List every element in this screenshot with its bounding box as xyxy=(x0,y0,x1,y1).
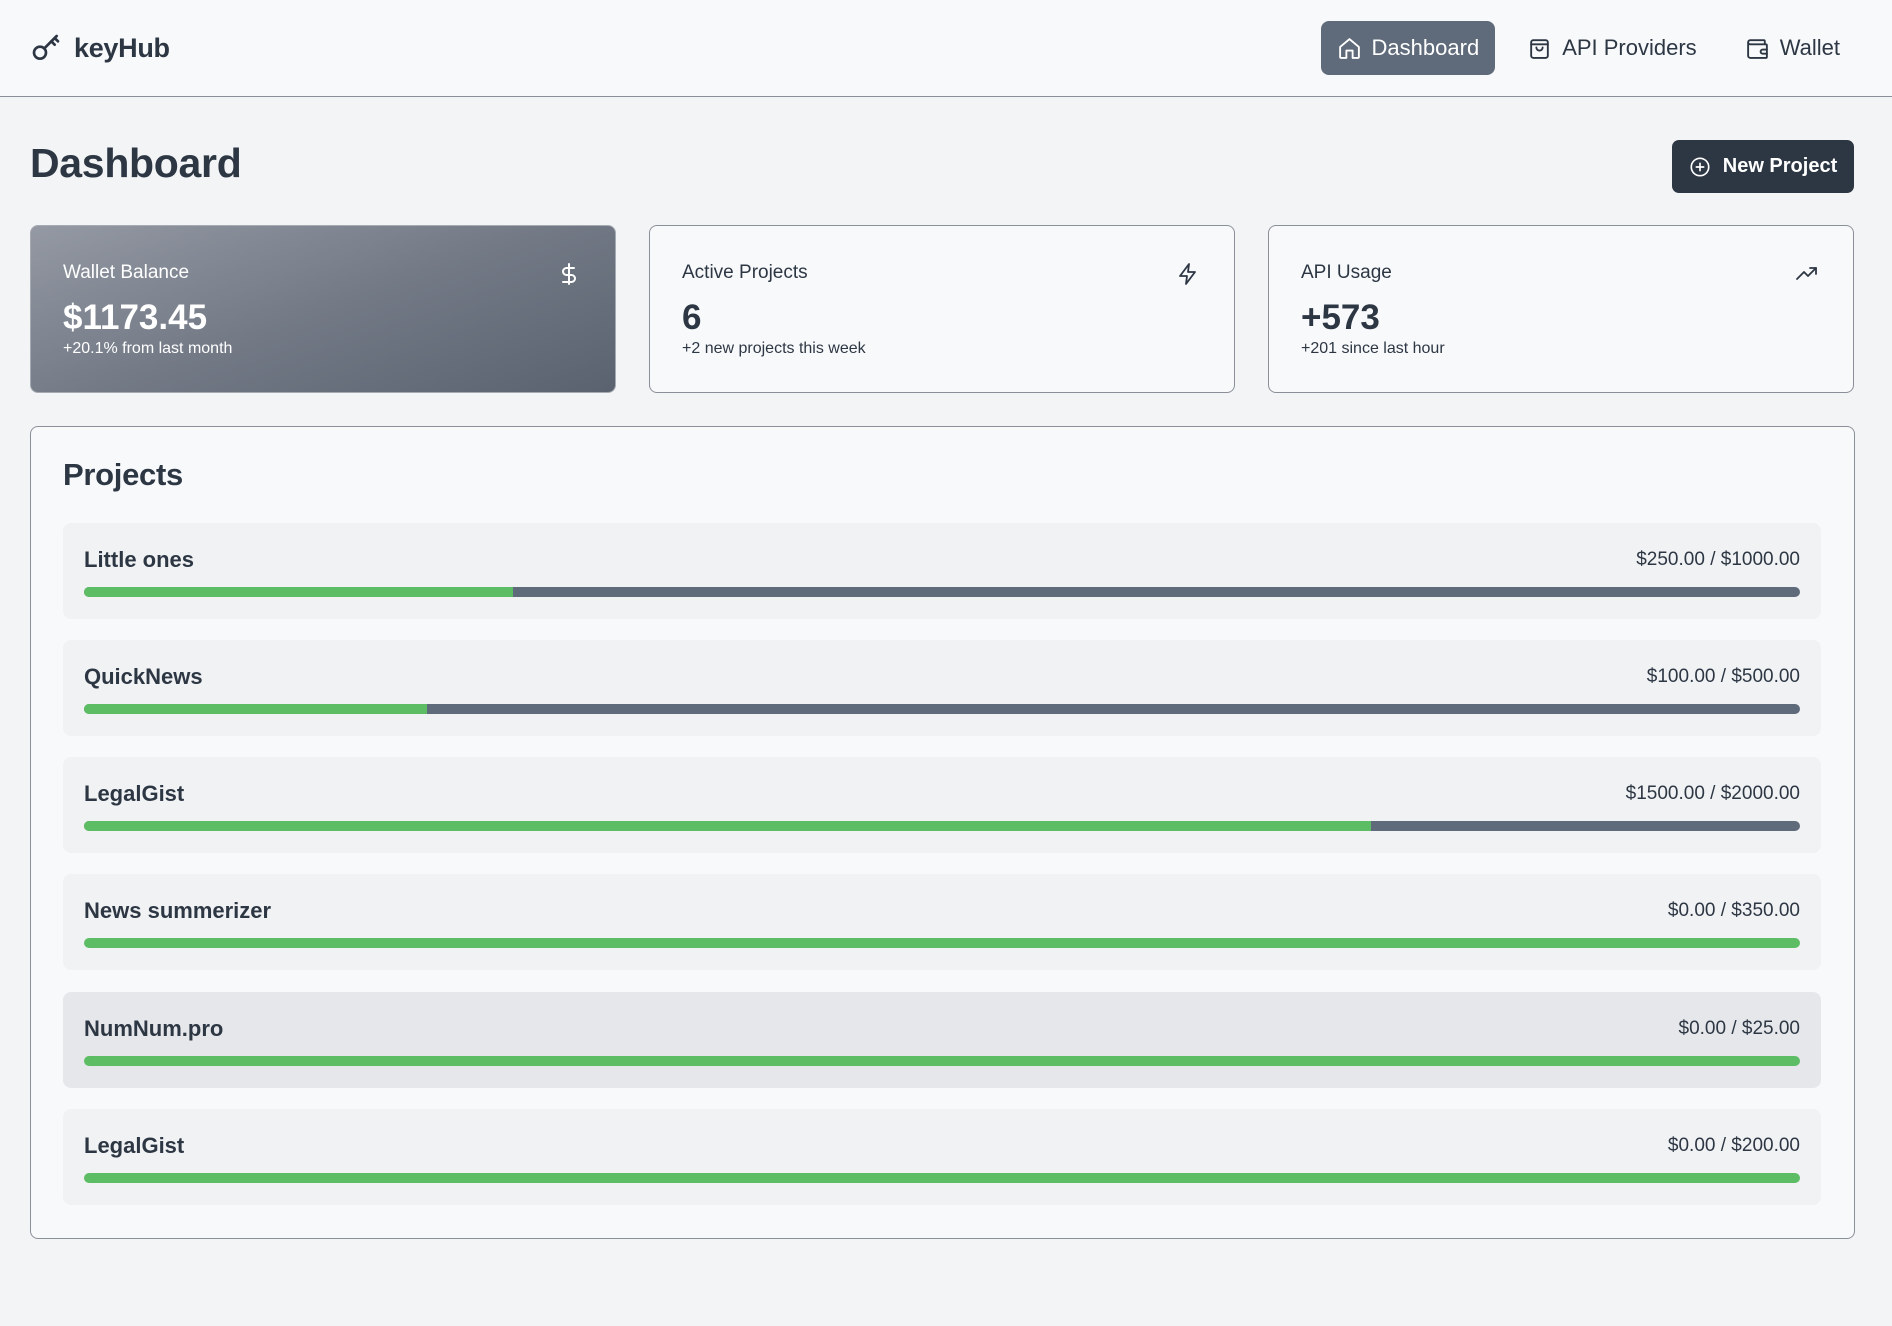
project-budget: $250.00 / $1000.00 xyxy=(1636,549,1800,570)
wallet-balance-card[interactable]: Wallet Balance $1173.45 +20.1% from last… xyxy=(30,225,616,393)
card-value: +573 xyxy=(1301,298,1380,337)
project-row[interactable]: LegalGist $1500.00 / $2000.00 xyxy=(63,757,1821,853)
trending-up-icon xyxy=(1796,267,1817,280)
budget-progress-fill xyxy=(84,1173,1800,1183)
key-icon xyxy=(32,34,60,60)
projects-title: Projects xyxy=(63,457,183,492)
project-budget: $0.00 / $200.00 xyxy=(1667,1135,1800,1156)
budget-progress-bar xyxy=(84,587,1800,597)
page-title: Dashboard xyxy=(30,140,242,186)
budget-progress-fill xyxy=(84,821,1371,831)
project-budget: $0.00 / $25.00 xyxy=(1678,1018,1801,1039)
card-subtext: +2 new projects this week xyxy=(682,340,866,357)
project-row[interactable]: Little ones $250.00 / $1000.00 xyxy=(63,523,1821,619)
project-budget: $1500.00 / $2000.00 xyxy=(1625,783,1800,804)
project-budget: $0.00 / $350.00 xyxy=(1667,900,1800,921)
dollar-icon xyxy=(562,263,576,285)
project-row[interactable]: QuickNews $100.00 / $500.00 xyxy=(63,640,1821,736)
project-row[interactable]: LegalGist $0.00 / $200.00 xyxy=(63,1109,1821,1205)
project-name: LegalGist xyxy=(84,781,185,806)
nav-item-label: Wallet xyxy=(1779,35,1840,60)
card-subtext: +20.1% from last month xyxy=(63,340,233,357)
brand[interactable]: keyHub xyxy=(30,30,170,66)
api-usage-card[interactable]: API Usage +573 +201 since last hour xyxy=(1268,225,1854,393)
budget-progress-fill xyxy=(84,587,513,597)
wallet-icon xyxy=(1746,38,1768,59)
budget-progress-bar xyxy=(84,1056,1800,1066)
project-row[interactable]: News summerizer $0.00 / $350.00 xyxy=(63,874,1821,970)
project-name: LegalGist xyxy=(84,1133,185,1158)
budget-progress-bar xyxy=(84,821,1800,831)
card-value: 6 xyxy=(682,298,702,337)
nav-item-label: Dashboard xyxy=(1371,35,1480,60)
card-label: Active Projects xyxy=(682,262,808,283)
budget-progress-fill xyxy=(84,1056,1800,1066)
active-projects-card[interactable]: Active Projects 6 +2 new projects this w… xyxy=(649,225,1235,393)
project-budget: $100.00 / $500.00 xyxy=(1646,666,1800,687)
main-nav: Dashboard API Providers Wallet xyxy=(1320,21,1856,75)
card-value: $1173.45 xyxy=(63,298,208,337)
projects-panel: Projects Little ones $250.00 / $1000.00 … xyxy=(30,426,1855,1239)
project-row[interactable]: NumNum.pro $0.00 / $25.00 xyxy=(63,992,1821,1088)
budget-progress-bar xyxy=(84,704,1800,714)
nav-item-wallet[interactable]: Wallet xyxy=(1729,21,1856,75)
project-name: QuickNews xyxy=(84,664,203,689)
nav-item-dashboard[interactable]: Dashboard xyxy=(1320,21,1496,75)
app-name: keyHub xyxy=(74,32,170,63)
budget-progress-fill xyxy=(84,704,428,714)
new-project-label: New Project xyxy=(1722,155,1838,177)
home-icon xyxy=(1338,37,1360,59)
project-name: Little ones xyxy=(84,547,195,572)
plus-circle-icon xyxy=(1690,156,1710,177)
budget-progress-fill xyxy=(84,938,1800,948)
card-subtext: +201 since last hour xyxy=(1301,340,1445,357)
project-name: NumNum.pro xyxy=(84,1016,224,1041)
nav-item-label: API Providers xyxy=(1562,35,1697,60)
top-navigation-bar: keyHub Dashboard API Providers Wallet xyxy=(0,0,1892,97)
card-label: Wallet Balance xyxy=(63,262,190,283)
shopping-bag-icon xyxy=(1530,38,1549,59)
new-project-button[interactable]: New Project xyxy=(1672,140,1854,193)
project-name: News summerizer xyxy=(84,898,272,923)
budget-progress-bar xyxy=(84,1173,1800,1183)
nav-item-api-providers[interactable]: API Providers xyxy=(1511,21,1713,75)
budget-progress-bar xyxy=(84,938,1800,948)
card-label: API Usage xyxy=(1301,262,1392,283)
lightning-icon xyxy=(1179,263,1196,285)
